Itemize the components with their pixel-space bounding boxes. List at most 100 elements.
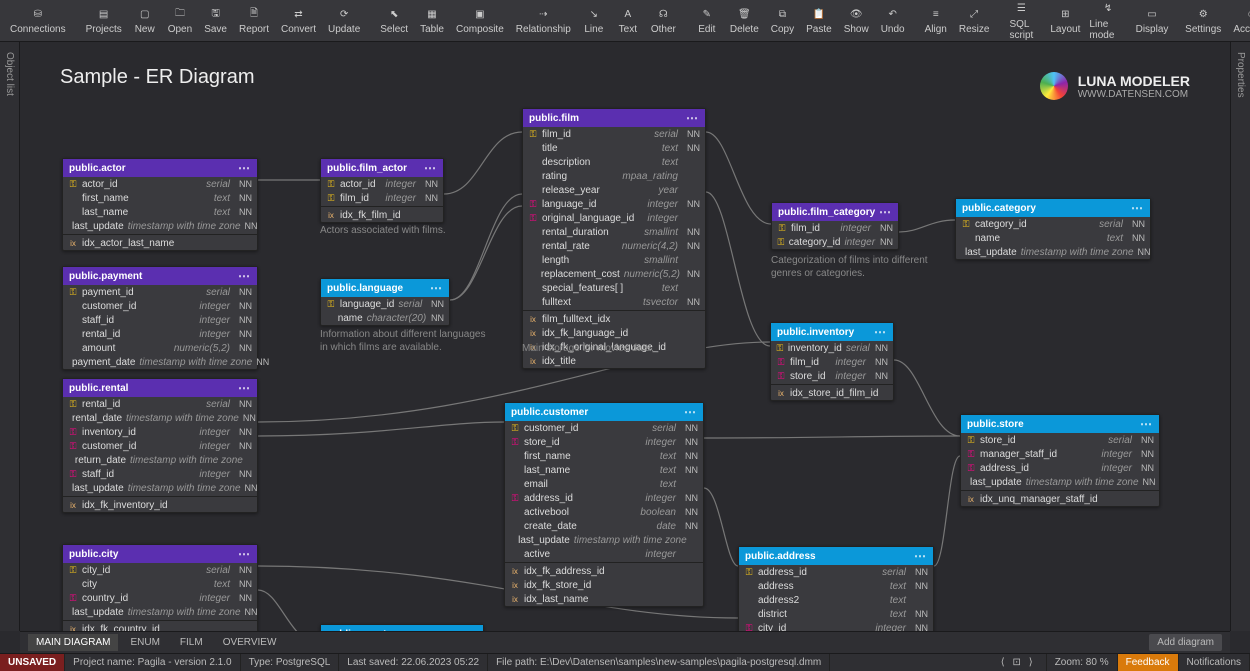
column-row[interactable]: release_yearyear (523, 183, 705, 197)
column-row[interactable]: activeinteger (505, 547, 703, 561)
entity-header[interactable]: public.address⋯ (739, 547, 933, 565)
column-row[interactable]: payment_datetimestamp with time zoneNN (63, 355, 257, 369)
index-row[interactable]: ixidx_fk_address_id (505, 564, 703, 578)
entity-menu-icon[interactable]: ⋯ (238, 547, 251, 561)
index-row[interactable]: ixfilm_fulltext_idx (523, 312, 705, 326)
entity-category[interactable]: public.category⋯⚿category_idserialNNname… (955, 198, 1151, 260)
column-row[interactable]: first_nametextNN (63, 191, 257, 205)
column-row[interactable]: activeboolbooleanNN (505, 505, 703, 519)
column-row[interactable]: create_datedateNN (505, 519, 703, 533)
select-button[interactable]: ⬉Select (374, 0, 414, 41)
column-row[interactable]: last_updatetimestamp with time zoneNN (961, 475, 1159, 489)
column-row[interactable]: ⚿store_idintegerNN (505, 435, 703, 449)
entity-header[interactable]: public.customer⋯ (505, 403, 703, 421)
column-row[interactable]: ⚿film_idintegerNN (321, 191, 443, 205)
edit-button[interactable]: ✎Edit (690, 0, 724, 41)
tab-film[interactable]: FILM (172, 634, 211, 651)
status-unsaved[interactable]: UNSAVED (0, 654, 65, 671)
column-row[interactable]: citytextNN (63, 577, 257, 591)
column-row[interactable]: ⚿actor_idserialNN (63, 177, 257, 191)
column-row[interactable]: ⚿customer_idserialNN (505, 421, 703, 435)
column-row[interactable]: rental_ratenumeric(4,2)NN (523, 239, 705, 253)
entity-menu-icon[interactable]: ⋯ (238, 269, 251, 283)
column-row[interactable]: ⚿staff_idintegerNN (63, 467, 257, 481)
sql-script-button[interactable]: ☰SQL script (1003, 0, 1039, 41)
status-nav-icons[interactable]: ⟨ ⊡ ⟩ (988, 654, 1047, 671)
resize-button[interactable]: ⤢Resize (953, 0, 996, 41)
status-feedback[interactable]: Feedback (1118, 654, 1179, 671)
column-row[interactable]: ⚿country_idintegerNN (63, 591, 257, 605)
entity-menu-icon[interactable]: ⋯ (1131, 201, 1144, 215)
open-button[interactable]: 🗀Open (162, 0, 198, 41)
column-row[interactable]: addresstextNN (739, 579, 933, 593)
column-row[interactable]: return_datetimestamp with time zone (63, 453, 257, 467)
nav-left-icon[interactable]: ⟨ (996, 657, 1010, 668)
entity-payment[interactable]: public.payment⋯⚿payment_idserialNNcustom… (62, 266, 258, 370)
column-row[interactable]: ⚿language_idserialNN (321, 297, 449, 311)
entity-city[interactable]: public.city⋯⚿city_idserialNNcitytextNN⚿c… (62, 544, 258, 631)
nav-right-icon[interactable]: ⟩ (1024, 657, 1038, 668)
column-row[interactable]: replacement_costnumeric(5,2)NN (523, 267, 705, 281)
column-row[interactable]: ⚿inventory_idserialNN (771, 341, 893, 355)
show-button[interactable]: 👁Show (838, 0, 875, 41)
entity-film_actor[interactable]: public.film_actor⋯⚿actor_idintegerNN⚿fil… (320, 158, 444, 223)
entity-menu-icon[interactable]: ⋯ (238, 381, 251, 395)
align-button[interactable]: ≡Align (919, 0, 953, 41)
entity-header[interactable]: public.film⋯ (523, 109, 705, 127)
column-row[interactable]: last_nametextNN (63, 205, 257, 219)
status-zoom[interactable]: Zoom: 80 % (1047, 654, 1118, 671)
tab-enum[interactable]: ENUM (122, 634, 167, 651)
entity-header[interactable]: public.category⋯ (956, 199, 1150, 217)
column-row[interactable]: special_features[ ]text (523, 281, 705, 295)
paste-button[interactable]: 📋Paste (800, 0, 838, 41)
entity-menu-icon[interactable]: ⋯ (874, 325, 887, 339)
entity-header[interactable]: public.payment⋯ (63, 267, 257, 285)
line-mode-button[interactable]: ↯Line mode (1083, 0, 1132, 41)
index-row[interactable]: ixidx_store_id_film_id (771, 386, 893, 400)
column-row[interactable]: ⚿film_idserialNN (523, 127, 705, 141)
entity-header[interactable]: public.film_actor⋯ (321, 159, 443, 177)
column-row[interactable]: last_updatetimestamp with time zone (505, 533, 703, 547)
column-row[interactable]: last_updatetimestamp with time zoneNN (63, 219, 257, 233)
column-row[interactable]: ⚿inventory_idintegerNN (63, 425, 257, 439)
column-row[interactable]: lengthsmallint (523, 253, 705, 267)
column-row[interactable]: rental_datetimestamp with time zoneNN (63, 411, 257, 425)
composite-button[interactable]: ▣Composite (450, 0, 510, 41)
text-button[interactable]: AText (611, 0, 645, 41)
entity-header[interactable]: public.store⋯ (961, 415, 1159, 433)
line-button[interactable]: ↘Line (577, 0, 611, 41)
index-row[interactable]: ixidx_fk_country_id (63, 622, 257, 631)
column-row[interactable]: ⚿address_idintegerNN (505, 491, 703, 505)
layout-button[interactable]: ⊞Layout (1047, 0, 1083, 41)
entity-customer[interactable]: public.customer⋯⚿customer_idserialNN⚿sto… (504, 402, 704, 607)
column-row[interactable]: ratingmpaa_rating (523, 169, 705, 183)
column-row[interactable]: rental_idintegerNN (63, 327, 257, 341)
index-row[interactable]: ixidx_fk_store_id (505, 578, 703, 592)
entity-menu-icon[interactable]: ⋯ (684, 405, 697, 419)
other-button[interactable]: ☊Other (645, 0, 682, 41)
entity-menu-icon[interactable]: ⋯ (1140, 417, 1153, 431)
column-row[interactable]: last_updatetimestamp with time zoneNN (63, 605, 257, 619)
column-row[interactable]: last_nametextNN (505, 463, 703, 477)
column-row[interactable]: ⚿city_idintegerNN (739, 621, 933, 631)
column-row[interactable]: ⚿language_idintegerNN (523, 197, 705, 211)
column-row[interactable]: ⚿film_idintegerNN (772, 221, 898, 235)
tab-main-diagram[interactable]: MAIN DIAGRAM (28, 634, 118, 651)
new-button[interactable]: ▢New (128, 0, 162, 41)
column-row[interactable]: fulltexttsvectorNN (523, 295, 705, 309)
column-row[interactable]: last_updatetimestamp with time zoneNN (63, 481, 257, 495)
nav-fit-icon[interactable]: ⊡ (1010, 657, 1024, 668)
entity-film_category[interactable]: public.film_category⋯⚿film_idintegerNN⚿c… (771, 202, 899, 250)
index-row[interactable]: ixidx_actor_last_name (63, 236, 257, 250)
entity-menu-icon[interactable]: ⋯ (879, 205, 892, 219)
entity-address[interactable]: public.address⋯⚿address_idserialNNaddres… (738, 546, 934, 631)
add-diagram-button[interactable]: Add diagram (1149, 634, 1222, 651)
entity-store[interactable]: public.store⋯⚿store_idserialNN⚿manager_s… (960, 414, 1160, 507)
column-row[interactable]: ⚿address_idintegerNN (961, 461, 1159, 475)
display-button[interactable]: ▭Display (1133, 0, 1171, 41)
relationship-button[interactable]: ⇢Relationship (510, 0, 577, 41)
convert-button[interactable]: ⇄Convert (275, 0, 322, 41)
column-row[interactable]: namecharacter(20)NN (321, 311, 449, 325)
column-row[interactable]: ⚿film_idintegerNN (771, 355, 893, 369)
entity-header[interactable]: public.city⋯ (63, 545, 257, 563)
